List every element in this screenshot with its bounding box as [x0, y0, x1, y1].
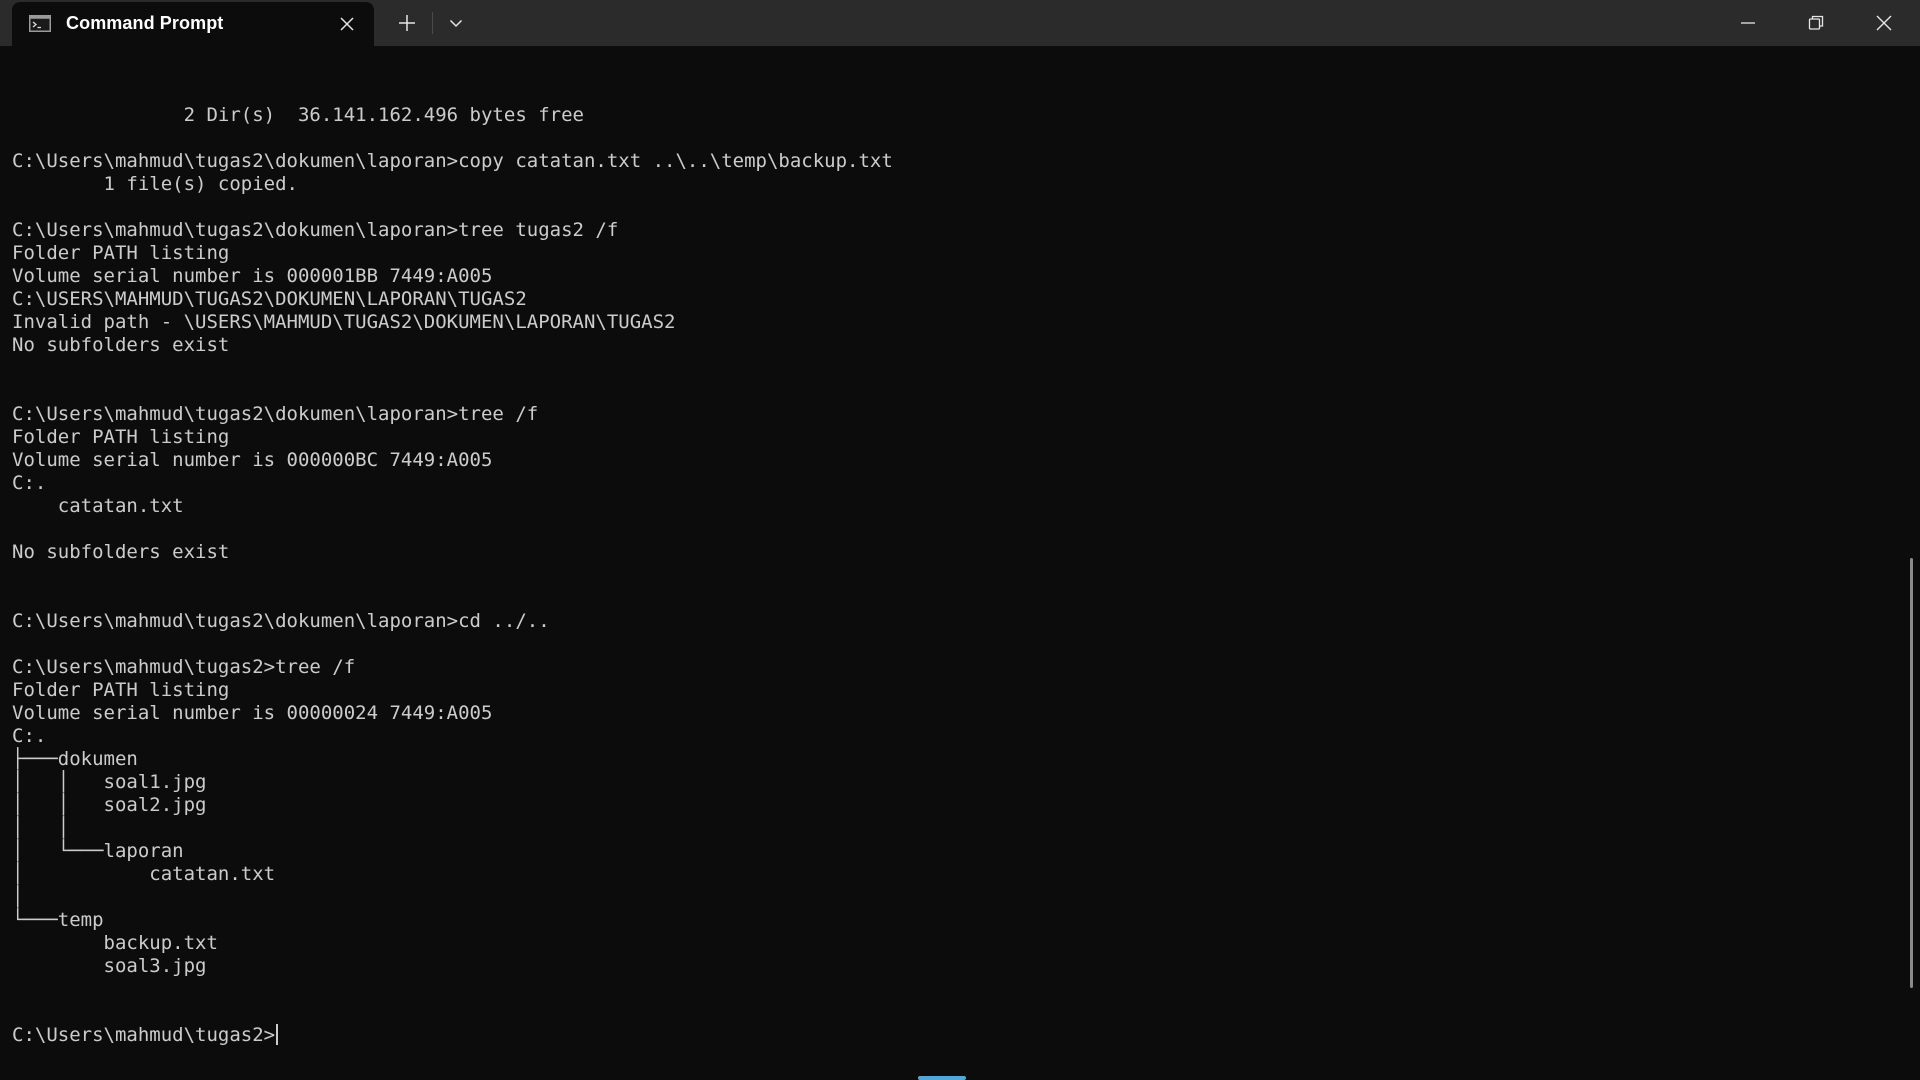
terminal-line: C:\USERS\MAHMUD\TUGAS2\DOKUMEN\LAPORAN\T…: [12, 288, 527, 310]
terminal-line: No subfolders exist: [12, 334, 230, 356]
close-icon: [340, 17, 354, 31]
terminal-line: │ │ soal2.jpg: [12, 794, 207, 816]
terminal-line: backup.txt: [12, 932, 218, 954]
scrollbar-thumb[interactable]: [1910, 558, 1913, 988]
terminal-line: ├───dokumen: [12, 748, 138, 770]
terminal-line: └───temp: [12, 909, 104, 931]
terminal-window: Command Prompt 2 Dir(s) 36.141.162.496 b…: [0, 0, 1920, 1080]
new-tab-button[interactable]: [392, 8, 422, 38]
terminal-line: soal3.jpg: [12, 955, 207, 977]
profiles-dropdown-button[interactable]: [441, 8, 471, 38]
terminal-line: C:\Users\mahmud\tugas2\dokumen\laporan>t…: [12, 219, 619, 241]
terminal-text: 2 Dir(s) 36.141.162.496 bytes free C:\Use…: [12, 58, 893, 1076]
text-cursor: [276, 1024, 279, 1045]
terminal-line: C:.: [12, 725, 47, 747]
prompt: C:\Users\mahmud\tugas2>: [12, 1024, 276, 1046]
close-icon: [1876, 15, 1892, 31]
cmd-icon: [29, 15, 51, 32]
terminal-line: │ │: [12, 817, 70, 839]
terminal-line: Folder PATH listing: [12, 426, 230, 448]
terminal-line: │ └───laporan: [12, 840, 184, 862]
tab-separator: [432, 12, 433, 34]
terminal-line: Volume serial number is 000000BC 7449:A0…: [12, 449, 493, 471]
terminal-line: C:\Users\mahmud\tugas2>tree /f: [12, 656, 356, 678]
terminal-line: C:\Users\mahmud\tugas2\dokumen\laporan>c…: [12, 150, 893, 172]
taskbar-indicator: [918, 1076, 966, 1080]
prompt-line[interactable]: C:\Users\mahmud\tugas2>: [12, 1024, 893, 1047]
restore-button[interactable]: [1782, 0, 1850, 46]
terminal-line: │ │ soal1.jpg: [12, 771, 207, 793]
terminal-line: 1 file(s) copied.: [12, 173, 298, 195]
restore-icon: [1808, 15, 1824, 30]
tab-title: Command Prompt: [66, 13, 224, 33]
tab-command-prompt[interactable]: Command Prompt: [12, 2, 374, 46]
plus-icon: [399, 15, 415, 31]
terminal-line: Folder PATH listing: [12, 242, 230, 264]
minimize-icon: [1741, 22, 1755, 24]
window-close-button[interactable]: [1850, 0, 1918, 46]
terminal-line: C:\Users\mahmud\tugas2\dokumen\laporan>c…: [12, 610, 550, 632]
title-bar[interactable]: Command Prompt: [0, 0, 1920, 46]
terminal-line: C:.: [12, 472, 47, 494]
terminal-line: Folder PATH listing: [12, 679, 230, 701]
minimize-button[interactable]: [1714, 0, 1782, 46]
terminal-line: C:\Users\mahmud\tugas2\dokumen\laporan>t…: [12, 403, 539, 425]
terminal-line: Invalid path - \USERS\MAHMUD\TUGAS2\DOKU…: [12, 311, 676, 333]
chevron-down-icon: [449, 19, 463, 28]
terminal-line: │ catatan.txt: [12, 863, 276, 885]
terminal-line: Volume serial number is 000001BB 7449:A0…: [12, 265, 493, 287]
terminal-line: No subfolders exist: [12, 541, 230, 563]
terminal-line: 2 Dir(s) 36.141.162.496 bytes free: [12, 104, 584, 126]
terminal-output-area[interactable]: 2 Dir(s) 36.141.162.496 bytes free C:\Use…: [0, 46, 1908, 1076]
terminal-line: Volume serial number is 00000024 7449:A0…: [12, 702, 493, 724]
tab-close-button[interactable]: [336, 13, 358, 35]
terminal-line: catatan.txt: [12, 495, 184, 517]
terminal-line: │: [12, 886, 24, 908]
